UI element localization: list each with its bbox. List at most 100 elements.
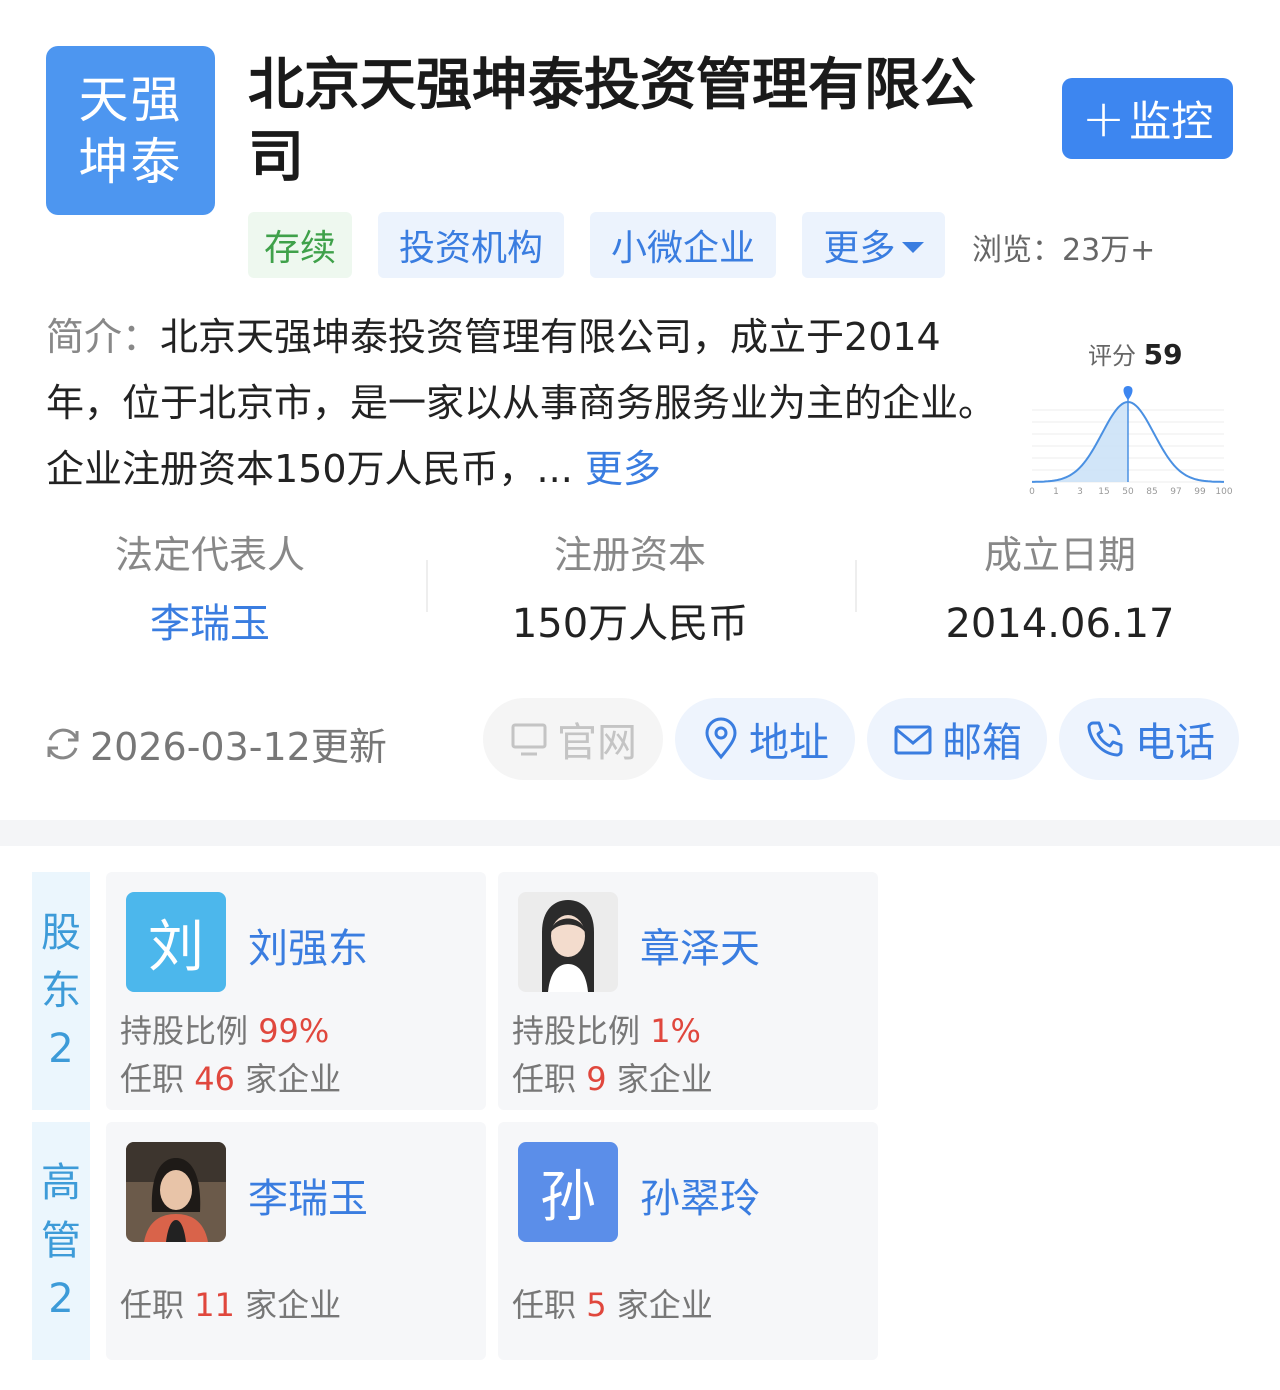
update-info: 2026-03-12更新 — [42, 716, 387, 771]
avatar — [518, 892, 618, 992]
score-tick-label: 15 — [1098, 487, 1109, 497]
legal-rep-label: 法定代表人 — [114, 533, 305, 577]
score-label: 评分 59 — [1088, 336, 1183, 371]
executives-label-char1: 高 — [41, 1160, 81, 1206]
score-tick-label: 85 — [1146, 487, 1157, 497]
share-ratio-label: 持股比例 — [512, 1012, 641, 1050]
job-prefix: 任职 — [120, 1060, 185, 1098]
capital-stat: 注册资本 150万人民币 — [450, 532, 810, 654]
more-tags-button[interactable]: 更多 — [802, 212, 945, 278]
job-prefix: 任职 — [120, 1286, 185, 1324]
refresh-icon — [47, 728, 79, 759]
logo-text-line1: 天强 — [78, 70, 183, 129]
caret-down-icon — [901, 241, 924, 253]
shareholders-label-char1: 股 — [41, 910, 81, 956]
job-count: 任职 5 家企业 — [512, 1280, 713, 1326]
executive-name[interactable]: 李瑞玉 — [248, 1166, 368, 1224]
shareholder-card[interactable]: 刘 刘强东 持股比例 99% 任职 46 家企业 — [106, 872, 486, 1110]
share-ratio-value: 99% — [258, 1012, 330, 1050]
score-tick-label: 0 — [1029, 487, 1035, 497]
share-ratio: 持股比例 99% — [120, 1006, 329, 1052]
job-count-value: 5 — [586, 1286, 607, 1324]
avatar: 孙 — [518, 1142, 618, 1242]
company-intro: 简介：北京天强坤泰投资管理有限公司，成立于2014年，位于北京市，是一家以从事商… — [46, 304, 996, 502]
share-ratio: 持股比例 1% — [512, 1006, 701, 1052]
score-tick-label: 3 — [1077, 487, 1083, 497]
share-ratio-label: 持股比例 — [120, 1012, 249, 1050]
date-value: 2014.06.17 — [945, 601, 1175, 647]
intro-text: 北京天强坤泰投资管理有限公司，成立于2014年，位于北京市，是一家以从事商务服务… — [46, 315, 997, 491]
website-button[interactable]: 官网 — [483, 698, 663, 780]
job-count: 任职 9 家企业 — [512, 1054, 713, 1100]
more-tags-label: 更多 — [823, 228, 896, 269]
intro-more-link[interactable]: 更多 — [585, 447, 661, 491]
job-suffix: 家企业 — [616, 1286, 713, 1324]
type-tag: 投资机构 — [378, 212, 564, 278]
view-count: 浏览：23万+ — [972, 233, 1156, 268]
email-button[interactable]: 邮箱 — [867, 698, 1047, 780]
logo-text-line2: 坤泰 — [78, 132, 183, 191]
executive-card[interactable]: 孙 孙翠玲 任职 5 家企业 — [498, 1122, 878, 1360]
shareholder-name[interactable]: 刘强东 — [248, 916, 368, 974]
avatar: 刘 — [126, 892, 226, 992]
company-logo: 天强 坤泰 — [46, 46, 215, 215]
address-button[interactable]: 地址 — [675, 698, 855, 780]
score-tick-label: 50 — [1122, 487, 1134, 497]
score-pin-icon — [1123, 386, 1133, 400]
shareholder-name[interactable]: 章泽天 — [640, 916, 760, 974]
plus-icon: + — [1081, 88, 1126, 149]
score-label-text: 评分 — [1088, 342, 1136, 370]
location-pin-icon — [705, 717, 737, 760]
avatar — [126, 1142, 226, 1242]
phone-button[interactable]: 电话 — [1059, 698, 1239, 780]
shareholders-label-char2: 东 — [41, 968, 81, 1014]
score-tick-label: 97 — [1170, 487, 1181, 497]
executives-label-char2: 管 — [41, 1218, 81, 1264]
score-tick-label: 99 — [1194, 487, 1206, 497]
shareholder-card[interactable]: 章泽天 持股比例 1% 任职 9 家企业 — [498, 872, 878, 1110]
capital-value: 150万人民币 — [511, 601, 749, 647]
job-suffix: 家企业 — [245, 1060, 342, 1098]
date-label: 成立日期 — [983, 533, 1136, 577]
section-divider — [0, 820, 1280, 846]
shareholders-count: 2 — [48, 1026, 74, 1072]
email-label: 邮箱 — [942, 720, 1022, 766]
score-tick-label: 100 — [1215, 487, 1232, 497]
job-count: 任职 46 家企业 — [120, 1054, 341, 1100]
capital-label: 注册资本 — [553, 533, 706, 577]
status-tag: 存续 — [248, 212, 352, 278]
website-label: 官网 — [557, 720, 637, 766]
update-text: 2026-03-12更新 — [90, 725, 387, 769]
monitor-icon — [511, 723, 547, 756]
job-prefix: 任职 — [512, 1286, 577, 1324]
person-photo-icon — [518, 892, 618, 992]
legal-rep-link[interactable]: 李瑞玉 — [30, 594, 390, 654]
score-distribution-chart: 0 1 3 15 50 85 97 99 100 — [1029, 386, 1232, 497]
executives-label[interactable]: 高 管 2 — [32, 1122, 90, 1360]
intro-label: 简介： — [46, 315, 161, 359]
monitor-label: 监控 — [1129, 97, 1214, 146]
executive-card[interactable]: 李瑞玉 任职 11 家企业 — [106, 1122, 486, 1360]
share-ratio-value: 1% — [650, 1012, 701, 1050]
phone-label: 电话 — [1135, 720, 1215, 766]
executive-name[interactable]: 孙翠玲 — [640, 1166, 760, 1224]
score-value: 59 — [1143, 338, 1183, 371]
score-ticks: 0 1 3 15 50 85 97 99 100 — [1029, 487, 1232, 497]
scale-tag: 小微企业 — [590, 212, 776, 278]
job-count-value: 9 — [586, 1060, 607, 1098]
legal-rep-stat: 法定代表人 李瑞玉 — [30, 532, 390, 654]
shareholders-label[interactable]: 股 东 2 — [32, 872, 90, 1110]
monitor-button[interactable]: + 监控 — [1062, 78, 1233, 159]
job-prefix: 任职 — [512, 1060, 577, 1098]
person-photo-icon — [126, 1142, 226, 1242]
job-count: 任职 11 家企业 — [120, 1280, 341, 1326]
envelope-icon — [894, 725, 932, 755]
date-stat: 成立日期 2014.06.17 — [880, 532, 1240, 654]
job-count-value: 11 — [194, 1286, 235, 1324]
job-count-value: 46 — [194, 1060, 235, 1098]
executives-count: 2 — [48, 1276, 74, 1322]
company-name: 北京天强坤泰投资管理有限公司 — [248, 53, 976, 190]
address-label: 地址 — [749, 720, 829, 766]
score-tick-label: 1 — [1053, 487, 1059, 497]
job-suffix: 家企业 — [245, 1286, 342, 1324]
